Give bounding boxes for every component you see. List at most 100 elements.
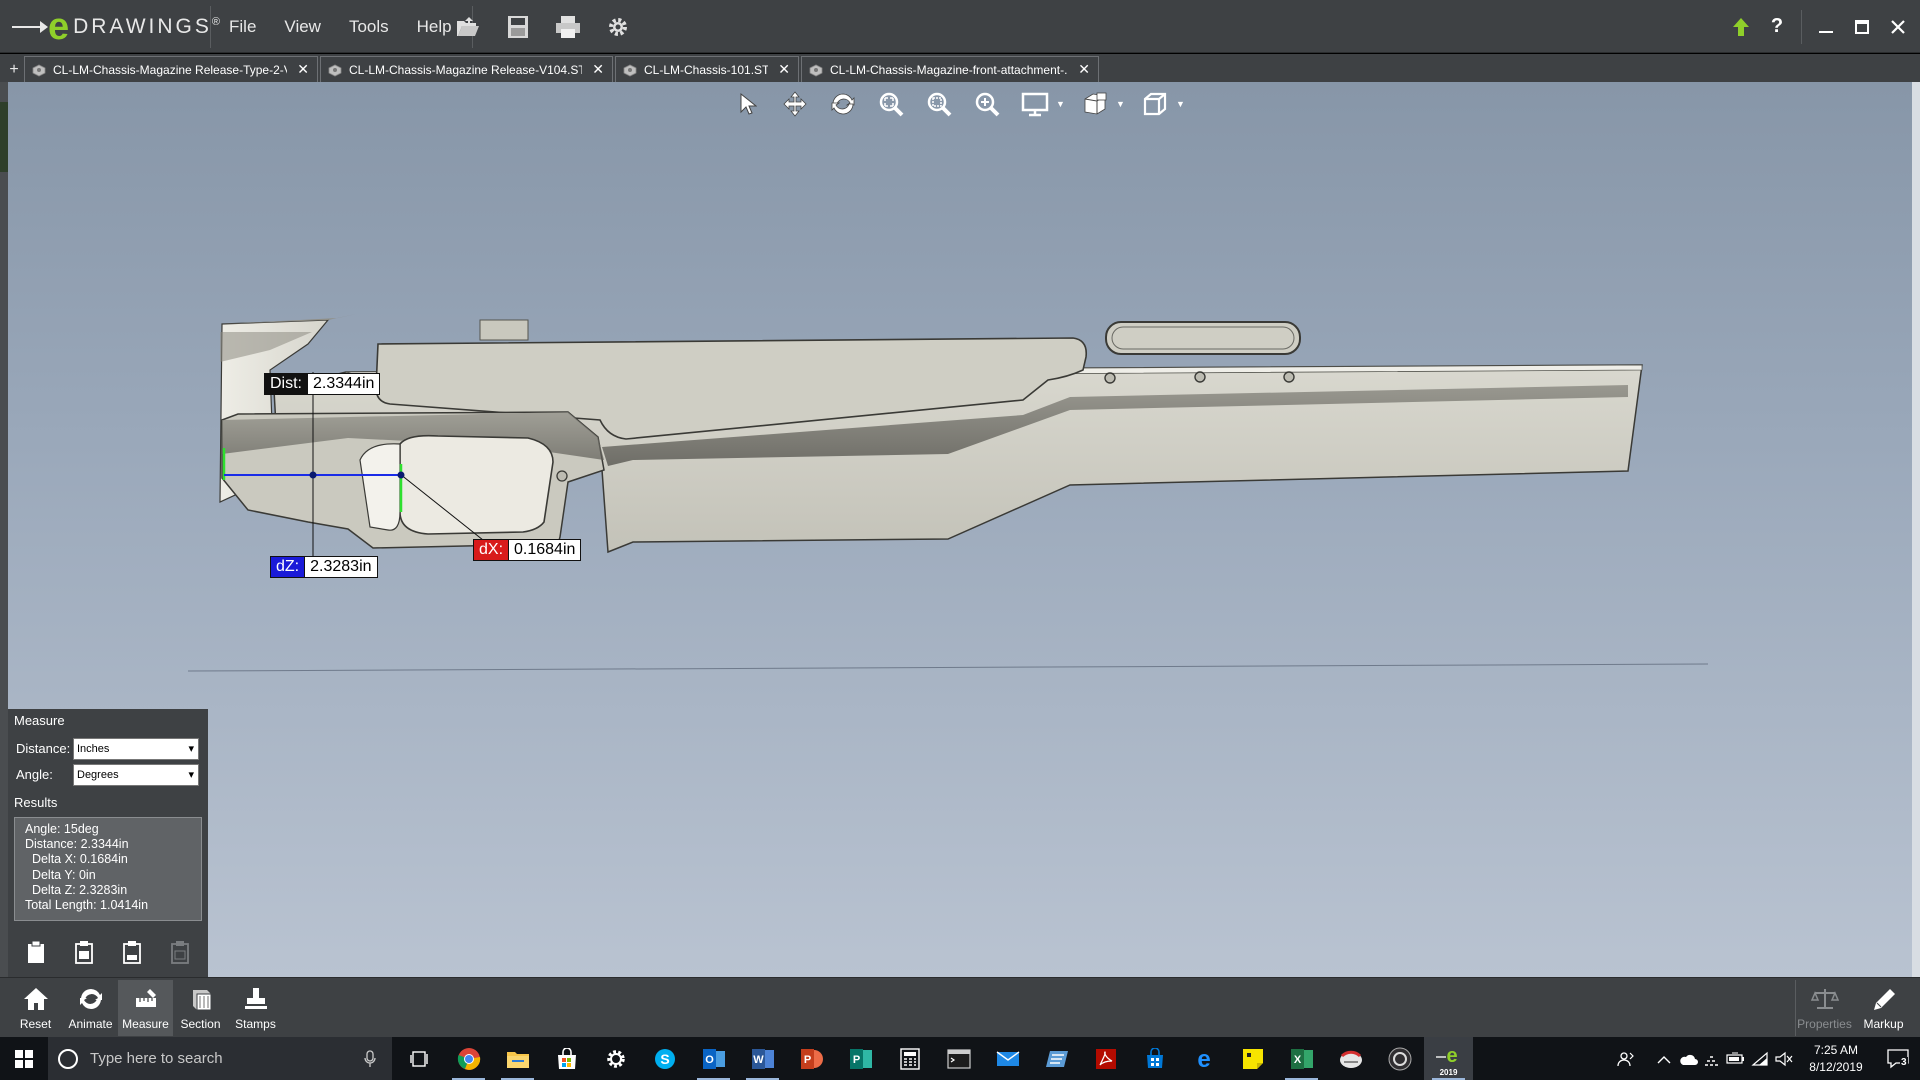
edrawings-window: e DRAWINGS ® File View Tools Help ? + CL…	[0, 0, 1920, 1037]
document-tab-bar: + CL-LM-Chassis-Magazine Release-Type-2-…	[0, 54, 1920, 82]
stamps-button[interactable]: Stamps	[228, 980, 283, 1036]
close-tab-icon[interactable]: ✕	[778, 61, 790, 78]
open-file-icon[interactable]	[450, 9, 486, 45]
taskbar-search[interactable]: Type here to search	[48, 1037, 392, 1080]
logo-arrow-icon	[12, 21, 48, 33]
result-delta-x: Delta X: 0.1684in	[25, 852, 128, 867]
network-status-icon[interactable]	[1700, 1037, 1724, 1080]
minimize-button[interactable]	[1808, 7, 1844, 47]
tab-label: CL-LM-Chassis-Magazine Release-Type-2-V.…	[53, 62, 288, 77]
task-view-icon[interactable]	[395, 1037, 444, 1080]
measure-mode-buttons	[22, 937, 193, 967]
results-label: Results	[14, 795, 58, 810]
animate-button[interactable]: Animate	[63, 980, 118, 1036]
word-icon[interactable]: W	[738, 1037, 787, 1080]
quick-toolbar	[450, 8, 636, 46]
measure-clipboard-icon[interactable]	[22, 937, 49, 967]
acrobat-icon[interactable]	[1081, 1037, 1130, 1080]
skype-icon[interactable]: S	[640, 1037, 689, 1080]
terminal-icon[interactable]	[934, 1037, 983, 1080]
result-delta-z: Delta Z: 2.3283in	[25, 882, 128, 897]
outlook-icon[interactable]: O	[689, 1037, 738, 1080]
mail-icon[interactable]	[983, 1037, 1032, 1080]
solidworks-icon[interactable]	[1326, 1037, 1375, 1080]
chassis-model[interactable]	[8, 82, 1912, 977]
start-button[interactable]	[0, 1037, 48, 1080]
window-controls: ?	[1723, 0, 1920, 53]
stamps-icon	[240, 983, 272, 1015]
edrawings-year: 2019	[1439, 1068, 1458, 1077]
tab-document-4[interactable]: CL-LM-Chassis-Magazine-front-attachment-…	[801, 56, 1099, 82]
bottom-toolbar-left: Reset Animate Measure Section Stamps	[8, 980, 283, 1036]
maximize-button[interactable]	[1844, 7, 1880, 47]
onedrive-cloud-icon[interactable]	[1676, 1037, 1700, 1080]
result-distance: Distance: 2.3344in	[25, 837, 129, 852]
measure-panel-title: Measure	[14, 713, 65, 728]
menu-tools[interactable]: Tools	[335, 0, 403, 53]
animate-icon	[75, 983, 107, 1015]
angle-unit-select[interactable]: Degrees	[73, 764, 199, 786]
excel-icon[interactable]: X	[1277, 1037, 1326, 1080]
action-center-button[interactable]: 3	[1876, 1037, 1920, 1080]
close-tab-icon[interactable]: ✕	[297, 61, 309, 78]
measure-panel: Measure Distance: Inches Angle: Degrees …	[8, 709, 208, 977]
tab-document-1[interactable]: CL-LM-Chassis-Magazine Release-Type-2-V.…	[24, 56, 318, 82]
measure-clipboard-paste-icon[interactable]	[118, 937, 145, 967]
wifi-icon[interactable]	[1748, 1037, 1772, 1080]
cortana-icon	[58, 1048, 78, 1069]
sticky-notes-icon[interactable]	[1228, 1037, 1277, 1080]
powerpoint-icon[interactable]: P	[787, 1037, 836, 1080]
result-angle: Angle: 15deg	[25, 822, 99, 836]
part-file-icon	[809, 64, 823, 76]
people-icon[interactable]	[1614, 1037, 1638, 1080]
company-portal-icon[interactable]	[1130, 1037, 1179, 1080]
publisher-icon[interactable]: P	[836, 1037, 885, 1080]
dist-label: Dist: 2.3344in	[264, 373, 381, 395]
angle-label: Angle:	[16, 767, 53, 782]
close-tab-icon[interactable]: ✕	[592, 61, 604, 78]
markup-button[interactable]: Markup	[1856, 980, 1911, 1036]
settings-gear-icon[interactable]	[600, 9, 636, 45]
settings-icon[interactable]	[591, 1037, 640, 1080]
help-button[interactable]: ?	[1759, 7, 1795, 47]
app-blue-icon[interactable]	[1032, 1037, 1081, 1080]
svg-text:P: P	[803, 1054, 810, 1066]
measure-button[interactable]: Measure	[118, 980, 173, 1036]
distance-unit-select[interactable]: Inches	[73, 738, 199, 760]
3d-viewport[interactable]: ▼ ▼ ▼ Dist: 2.3344in dZ: 2.3283in dX: 0.…	[8, 82, 1912, 977]
logo-e: e	[48, 6, 70, 48]
chevron-up-icon[interactable]	[1652, 1037, 1676, 1080]
edrawings-taskbar-icon[interactable]: e 2019	[1424, 1037, 1473, 1080]
edge-icon[interactable]: e	[1179, 1037, 1228, 1080]
taskbar-clock[interactable]: 7:25 AM 8/12/2019	[1796, 1042, 1876, 1076]
left-edge-strip	[0, 82, 8, 1037]
store-icon[interactable]	[542, 1037, 591, 1080]
measure-icon	[130, 983, 162, 1015]
menu-file[interactable]: File	[215, 0, 270, 53]
section-button[interactable]: Section	[173, 980, 228, 1036]
mount-hole	[1104, 372, 1116, 384]
menu-view[interactable]: View	[270, 0, 335, 53]
result-total-length: Total Length: 1.0414in	[25, 898, 149, 913]
volume-muted-icon[interactable]	[1772, 1037, 1796, 1080]
new-tab-button[interactable]: +	[6, 60, 22, 80]
close-button[interactable]	[1880, 7, 1916, 47]
close-tab-icon[interactable]: ✕	[1078, 61, 1090, 78]
file-explorer-icon[interactable]	[493, 1037, 542, 1080]
measure-clipboard-copy-icon[interactable]	[70, 937, 97, 967]
tab-document-3[interactable]: CL-LM-Chassis-101.STEP ✕	[615, 56, 799, 82]
tab-document-2[interactable]: CL-LM-Chassis-Magazine Release-V104.STEP…	[320, 56, 613, 82]
tab-label: CL-LM-Chassis-Magazine Release-V104.STEP	[349, 62, 583, 77]
reset-button[interactable]: Reset	[8, 980, 63, 1036]
calculator-icon[interactable]	[885, 1037, 934, 1080]
dx-key: dX:	[473, 539, 510, 561]
dx-value: 0.1684in	[509, 539, 582, 561]
print-icon[interactable]	[550, 9, 586, 45]
battery-icon[interactable]	[1724, 1037, 1748, 1080]
obs-icon[interactable]	[1375, 1037, 1424, 1080]
save-icon[interactable]	[500, 9, 536, 45]
upload-arrow-icon[interactable]	[1723, 7, 1759, 47]
microphone-icon[interactable]	[364, 1049, 376, 1068]
title-bar: e DRAWINGS ® File View Tools Help ?	[0, 0, 1920, 53]
chrome-icon[interactable]	[444, 1037, 493, 1080]
